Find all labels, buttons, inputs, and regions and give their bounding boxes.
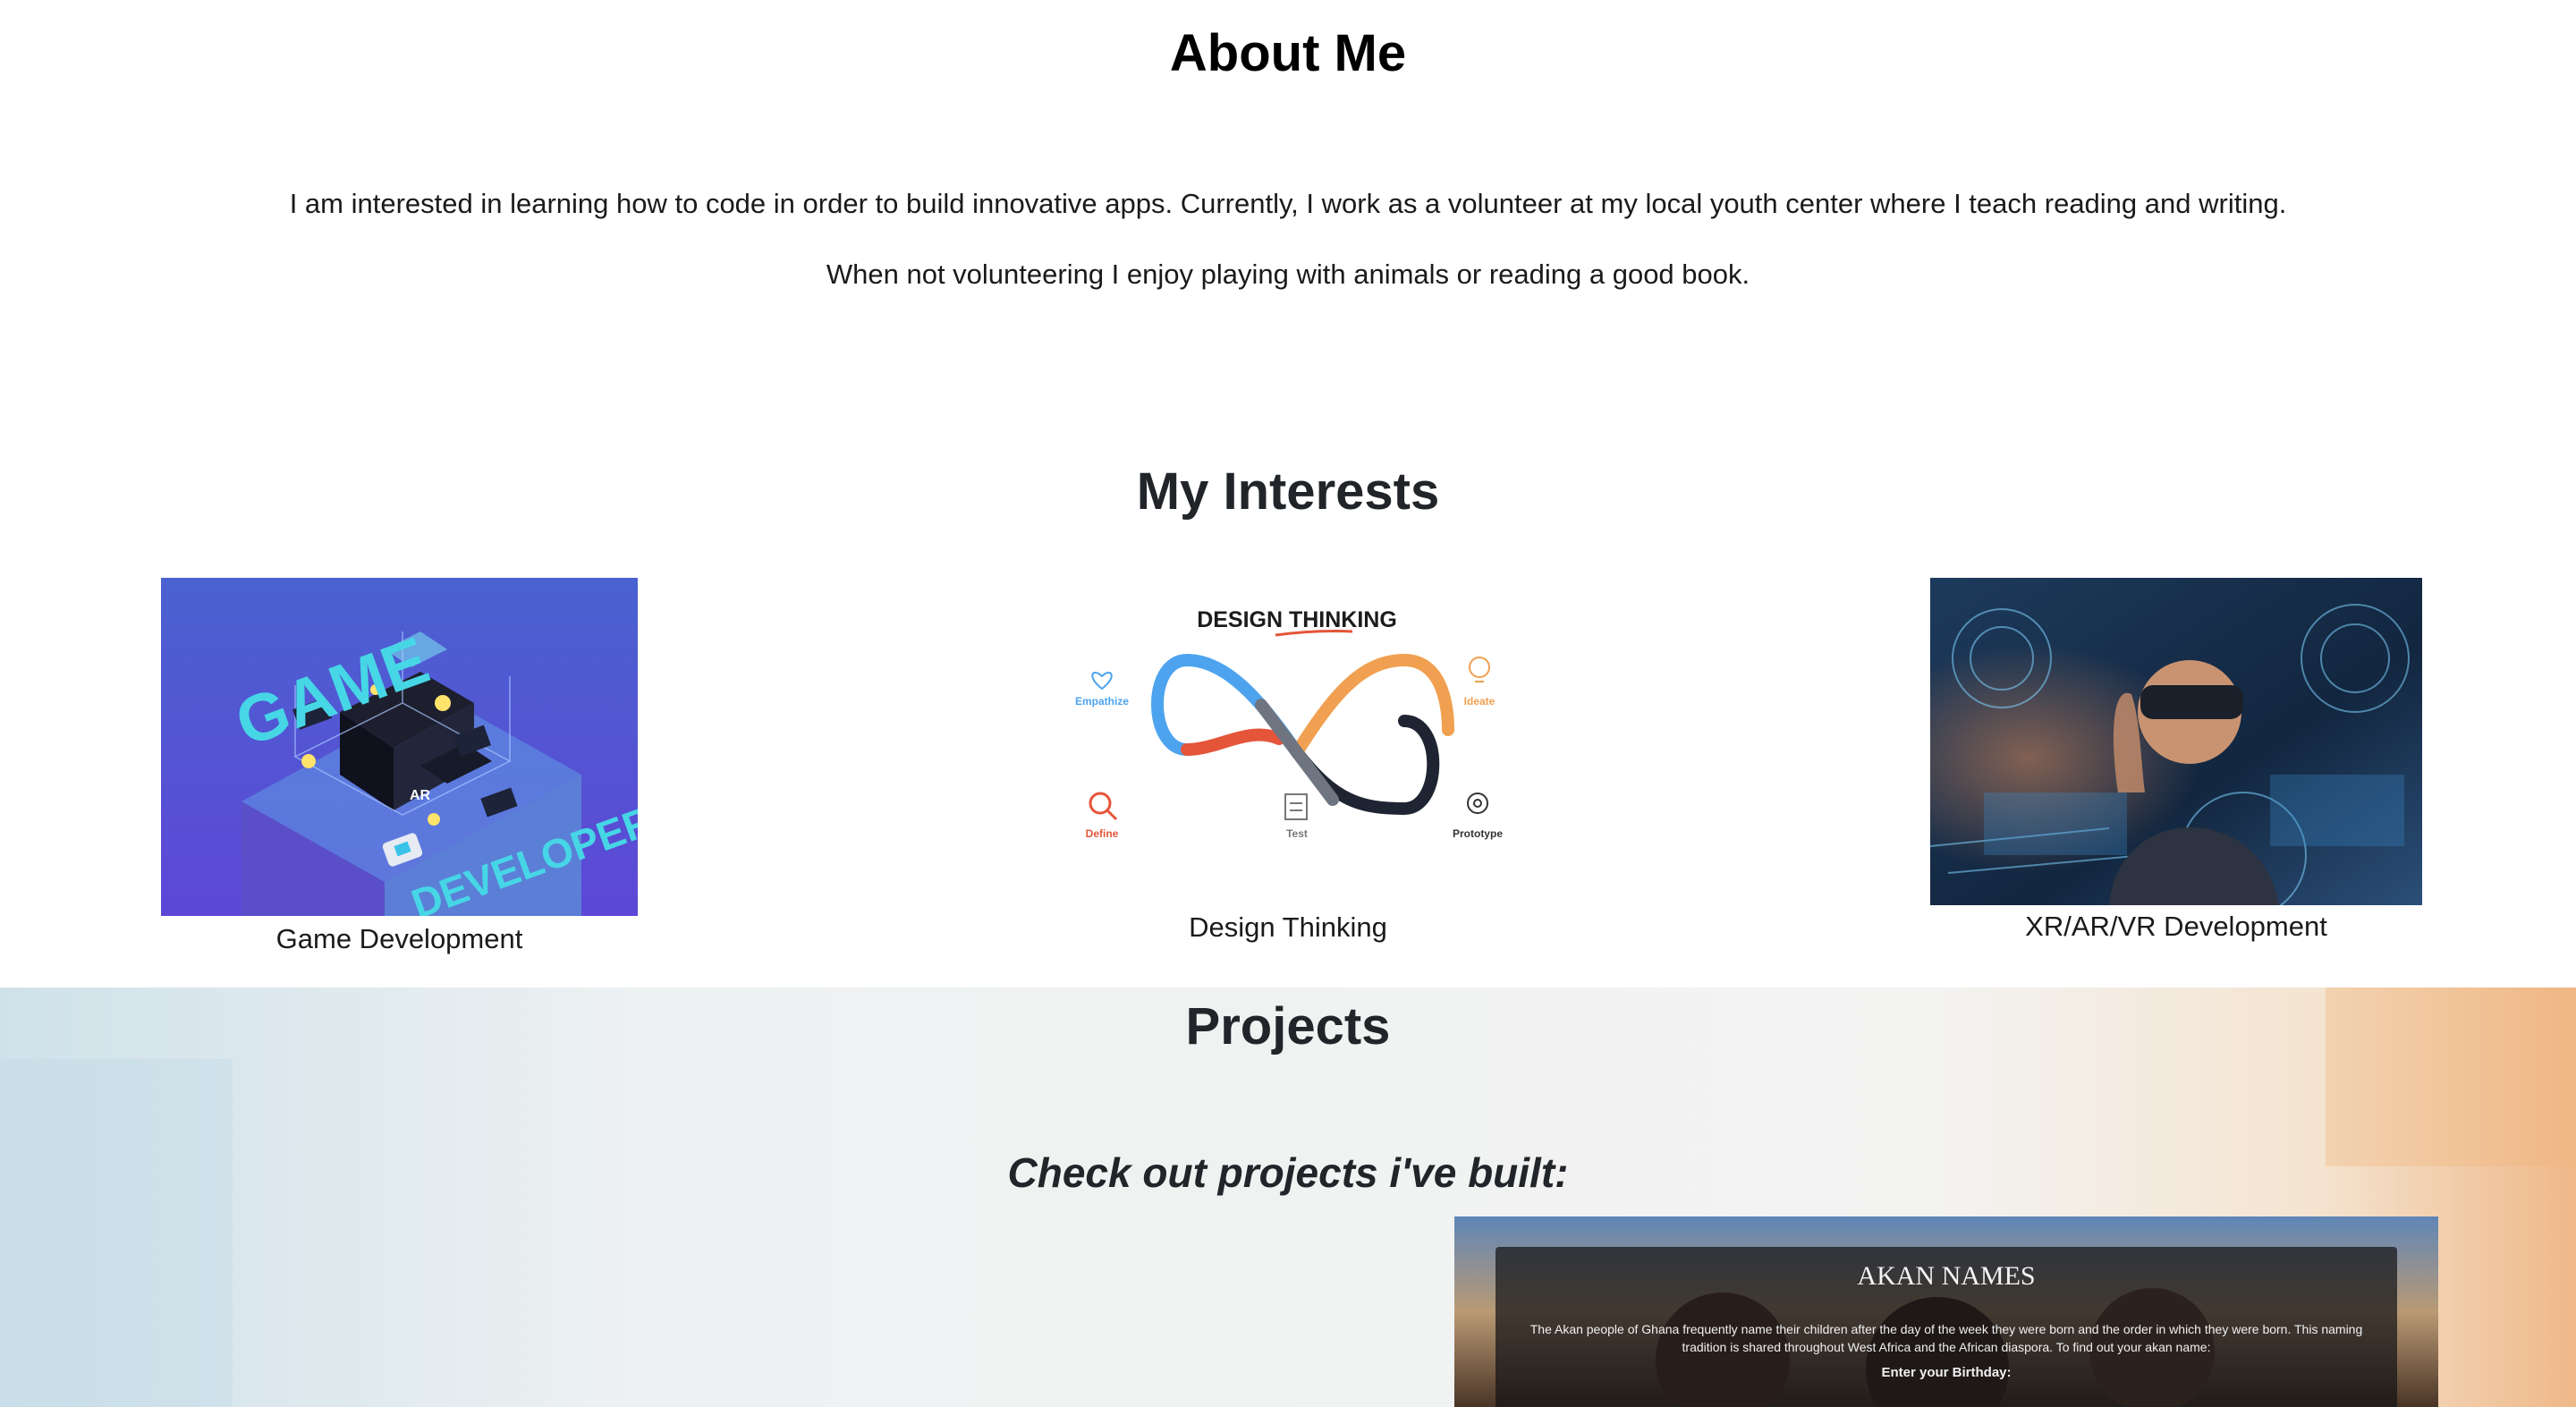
about-paragraph-1: I am interested in learning how to code … [289,188,2287,219]
xr-development-image [1930,578,2422,905]
akan-names-description: The Akan people of Ghana frequently name… [1530,1322,2363,1354]
about-title: About Me [1169,24,1407,82]
akan-names-panel: AKAN NAMES The Akan people of Ghana freq… [1496,1247,2397,1407]
projects-title: Projects [1185,997,1391,1055]
interests-title: My Interests [1136,462,1440,521]
interest-card-design-thinking: DESIGN THINKING Empathize Ideate Define … [1066,596,1510,950]
stage-test: Test [1286,827,1308,840]
design-thinking-image-heading: DESIGN THINKING [1197,607,1397,632]
projects-subtitle: Check out projects i've built: [1007,1149,1569,1196]
stage-prototype: Prototype [1453,827,1503,840]
game-image-ar-label: AR [410,788,431,803]
interest-card-xr: XR/AR/VR Development [1930,578,2422,945]
about-paragraph-2: When not volunteering I enjoy playing wi… [826,259,1750,290]
stage-ideate: Ideate [1464,695,1496,708]
projects-section: Projects Check out projects i've built: … [0,987,2576,1407]
akan-birthday-label: Enter your Birthday: [1881,1365,2012,1380]
project-preview-akan-names[interactable]: AKAN NAMES The Akan people of Ghana freq… [1454,1216,2438,1407]
interest-card-game: GAME DEVELOPER AR Game Development [161,578,638,957]
stage-define: Define [1086,827,1119,840]
game-developer-image: GAME DEVELOPER AR [161,578,638,916]
design-thinking-image: DESIGN THINKING Empathize Ideate Define … [1066,596,1510,855]
stage-empathize: Empathize [1075,695,1129,708]
interest-caption-xr: XR/AR/VR Development [2025,911,2327,942]
interest-caption-game: Game Development [275,923,523,954]
akan-names-title: AKAN NAMES [1857,1261,2036,1291]
interest-caption-design-thinking: Design Thinking [1189,911,1387,943]
